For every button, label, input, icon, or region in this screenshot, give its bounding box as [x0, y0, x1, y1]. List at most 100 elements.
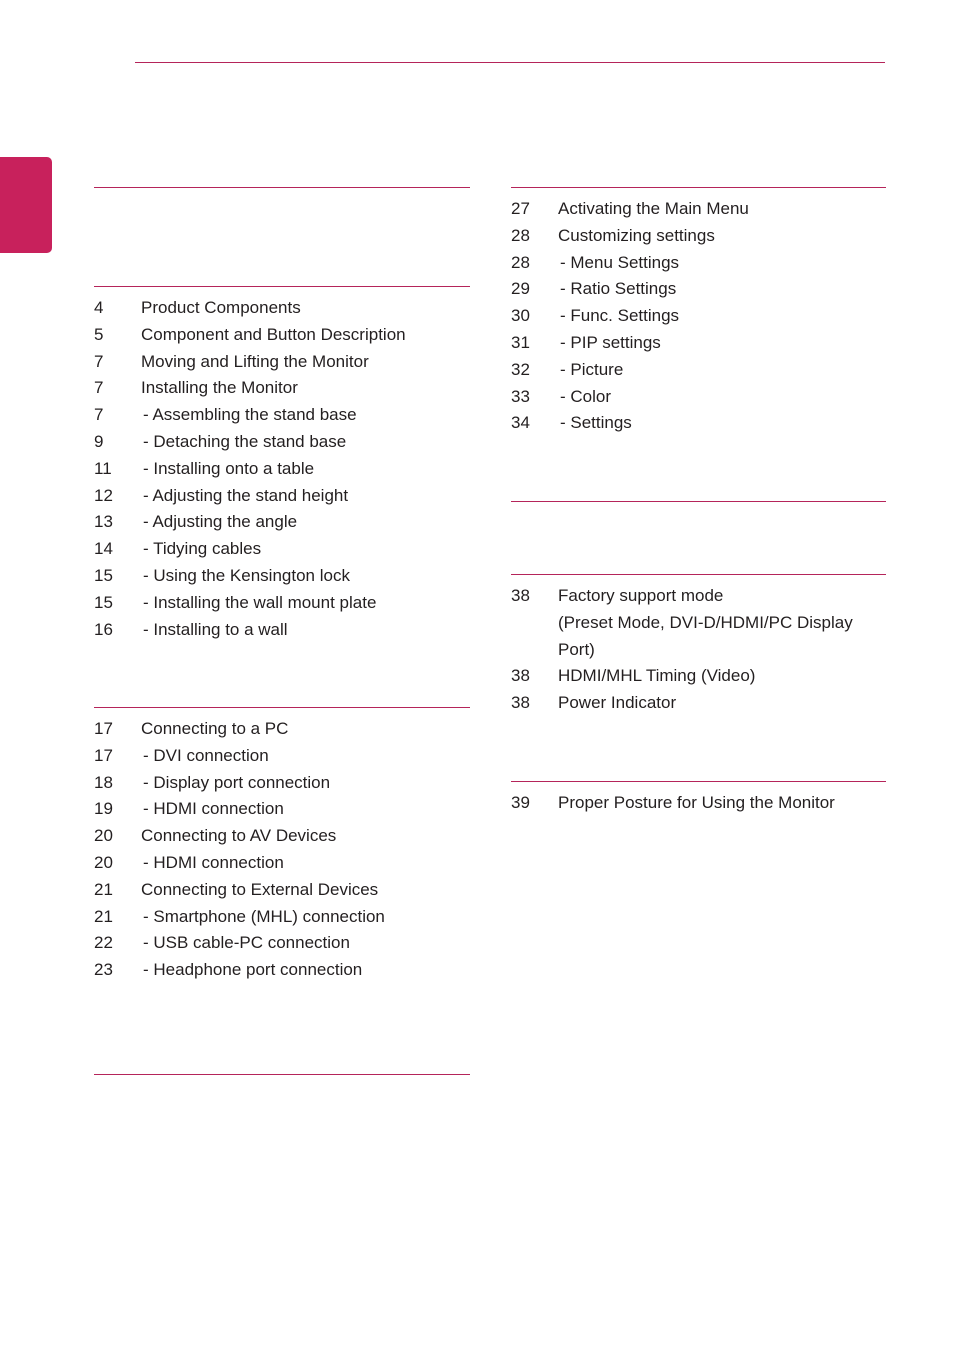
entry-title: - DVI connection — [143, 745, 269, 765]
section-rule — [94, 1074, 470, 1075]
page-number: 28 — [511, 252, 530, 272]
toc-entry[interactable]: 39 Proper Posture for Using the Monitor — [511, 790, 891, 817]
toc-subentry[interactable]: 13 - Adjusting the angle — [94, 509, 474, 536]
toc-entry[interactable]: 17 Connecting to a PC — [94, 716, 474, 743]
toc-entry[interactable]: 38 Factory support mode — [511, 583, 891, 610]
toc-entry[interactable]: 27 Activating the Main Menu — [511, 196, 891, 223]
page-number: 7 — [94, 378, 104, 398]
page-number: 11 — [94, 458, 112, 478]
toc-subentry[interactable]: 12 - Adjusting the stand height — [94, 483, 474, 510]
page-number: 9 — [94, 431, 104, 451]
toc-entry[interactable]: 21 Connecting to External Devices — [94, 877, 474, 904]
page-number: 31 — [511, 332, 530, 352]
toc-subentry[interactable]: 15 - Using the Kensington lock — [94, 563, 474, 590]
toc-subentry[interactable]: 30 - Func. Settings — [511, 303, 891, 330]
toc-subentry[interactable]: 11 - Installing onto a table — [94, 456, 474, 483]
toc-subentry[interactable]: 9 - Detaching the stand base — [94, 429, 474, 456]
toc-subentry[interactable]: 22 - USB cable-PC connection — [94, 930, 474, 957]
page-number: 17 — [94, 745, 113, 765]
entry-title: Moving and Lifting the Monitor — [141, 351, 369, 371]
toc-subentry[interactable]: 33 - Color — [511, 384, 891, 411]
toc-entry[interactable]: 5 Component and Button Description — [94, 322, 474, 349]
section-rule — [94, 187, 470, 188]
entry-title: - Menu Settings — [560, 252, 680, 272]
page-number: 7 — [94, 405, 104, 425]
toc-subentry[interactable]: 32 - Picture — [511, 357, 891, 384]
toc-list-connections: 17 Connecting to a PC 17- DVI connection … — [94, 716, 474, 984]
entry-title: Connecting to External Devices — [141, 879, 379, 899]
entry-title: Connecting to AV Devices — [141, 826, 337, 846]
entry-title: - HDMI connection — [143, 852, 284, 872]
entry-title: - Assembling the stand base — [143, 405, 357, 425]
page-number: 38 — [511, 586, 530, 605]
toc-subentry[interactable]: 15 - Installing the wall mount plate — [94, 590, 474, 617]
toc-subentry[interactable]: 34 - Settings — [511, 410, 891, 437]
entry-title: - Smartphone (MHL) connection — [143, 906, 385, 926]
toc-entry[interactable]: 4 Product Components — [94, 295, 474, 322]
entry-title: - Installing the wall mount plate — [143, 592, 377, 612]
page-number: 15 — [94, 565, 113, 585]
toc-subentry[interactable]: 7 - Assembling the stand base — [94, 402, 474, 429]
toc-subentry[interactable]: 28 - Menu Settings — [511, 250, 891, 277]
section-rule — [511, 501, 886, 502]
section-rule — [94, 286, 470, 287]
page-number: 17 — [94, 719, 113, 738]
page-number: 18 — [94, 772, 113, 792]
entry-title: - Settings — [560, 413, 632, 433]
entry-title: - Color — [560, 386, 612, 406]
toc-entry[interactable]: 7 Installing the Monitor — [94, 375, 474, 402]
toc-subentry[interactable]: 18 - Display port connection — [94, 770, 474, 797]
toc-entry[interactable]: 7 Moving and Lifting the Monitor — [94, 349, 474, 376]
toc-list-assembling: 4 Product Components 5 Component and Butto… — [94, 295, 474, 643]
entry-title: - Using the Kensington lock — [143, 565, 350, 585]
toc-subentry[interactable]: 23 - Headphone port connection — [94, 957, 474, 984]
entry-title: Power Indicator — [558, 693, 677, 713]
toc-entry-continuation[interactable]: (Preset Mode, DVI-D/HDMI/PC Display Port… — [511, 610, 891, 664]
section-rule — [511, 187, 886, 188]
page-number: 5 — [94, 324, 104, 344]
entry-title: (Preset Mode, DVI-D/HDMI/PC Display Port… — [558, 612, 853, 659]
toc-subentry[interactable]: 14 - Tidying cables — [94, 536, 474, 563]
page-number: 28 — [511, 225, 530, 245]
toc-entry[interactable]: 38 Power Indicator — [511, 690, 891, 717]
page-number: 30 — [511, 306, 530, 326]
page-number: 38 — [511, 693, 530, 713]
entry-title: Factory support mode — [558, 586, 724, 605]
toc-subentry[interactable]: 21 - Smartphone (MHL) connection — [94, 904, 474, 931]
toc-subentry[interactable]: 31 - PIP settings — [511, 330, 891, 357]
entry-title: - Func. Settings — [560, 306, 680, 326]
toc-subentry[interactable]: 19 - HDMI connection — [94, 796, 474, 823]
toc-subentry[interactable]: 20 - HDMI connection — [94, 850, 474, 877]
entry-title: - Detaching the stand base — [143, 431, 347, 451]
entry-title: - Adjusting the stand height — [143, 485, 349, 505]
entry-title: - Adjusting the angle — [143, 512, 298, 532]
page-number: 14 — [94, 539, 113, 559]
toc-entry[interactable]: 28 Customizing settings — [511, 223, 891, 250]
page-number: 19 — [94, 799, 113, 819]
entry-title: - Headphone port connection — [143, 960, 363, 980]
entry-title: - Picture — [560, 359, 624, 379]
page-number: 16 — [94, 619, 113, 639]
page-number: 15 — [94, 592, 113, 612]
page-number: 32 — [511, 359, 530, 379]
page-number: 27 — [511, 199, 530, 218]
page-number: 20 — [94, 826, 113, 846]
toc-subentry[interactable]: 17 - DVI connection — [94, 743, 474, 770]
page-number: 23 — [94, 960, 113, 980]
page-number: 7 — [94, 351, 104, 371]
chapter-tab — [0, 157, 52, 253]
page-number: 21 — [94, 906, 113, 926]
toc-entry[interactable]: 20 Connecting to AV Devices — [94, 823, 474, 850]
page-number: 39 — [511, 793, 530, 812]
entry-title: Connecting to a PC — [141, 719, 289, 738]
entry-title: Installing the Monitor — [141, 378, 298, 398]
entry-title: Component and Button Description — [141, 324, 406, 344]
toc-entry[interactable]: 38 HDMI/MHL Timing (Video) — [511, 663, 891, 690]
header-rule — [135, 62, 885, 63]
page-number: 29 — [511, 279, 530, 299]
section-rule — [511, 574, 886, 575]
toc-subentry[interactable]: 29 - Ratio Settings — [511, 276, 891, 303]
section-rule — [511, 781, 886, 782]
toc-subentry[interactable]: 16 - Installing to a wall — [94, 617, 474, 644]
entry-title: Product Components — [141, 298, 301, 317]
